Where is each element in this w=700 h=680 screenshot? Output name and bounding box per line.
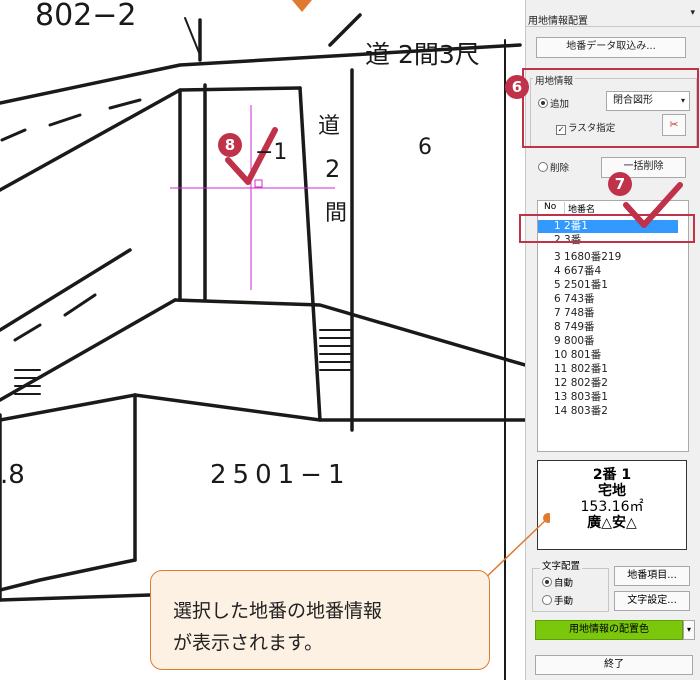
list-item[interactable]: 12 802番2 [554, 377, 608, 390]
list-item[interactable]: 7 748番 [554, 307, 595, 320]
highlight-box-6 [522, 68, 699, 148]
divider [526, 26, 700, 27]
callout-line-2: が表示されます。 [173, 632, 324, 654]
color-dropdown-button[interactable]: ▾ [683, 620, 695, 640]
list-item[interactable]: 11 802番1 [554, 363, 608, 376]
panel-title: 用地情報配置 [528, 16, 588, 27]
parcel-label-6: 6 [418, 135, 432, 160]
import-lot-data-button[interactable]: 地番データ取込み... [536, 37, 686, 58]
info-area: 153.16㎡ [580, 499, 644, 515]
info-owner: 廣△安△ [587, 515, 637, 531]
parcel-label-minus1: −1 [255, 140, 288, 165]
end-button[interactable]: 終了 [535, 655, 693, 675]
delete-radio[interactable]: 削除 [538, 160, 569, 174]
parcel-label-2501-1: 2501−1 [210, 460, 351, 490]
parcel-label-8: .8 [0, 460, 25, 490]
list-item[interactable]: 14 803番2 [554, 405, 608, 418]
step-badge-6: 6 [505, 75, 529, 99]
list-item[interactable]: 9 800番 [554, 335, 595, 348]
manual-radio-label: 手動 [554, 596, 574, 607]
radio-dot-icon [542, 595, 552, 605]
kan-label: 間 [325, 201, 348, 226]
list-item[interactable]: 3 1680番219 [554, 251, 621, 264]
text-settings-button[interactable]: 文字設定... [614, 591, 690, 611]
lot-items-button[interactable]: 地番項目... [614, 566, 690, 586]
chevron-down-icon: ▾ [686, 625, 691, 634]
step-badge-7: 7 [608, 172, 632, 196]
radio-dot-icon [538, 162, 548, 172]
manual-radio[interactable]: 手動 [542, 593, 573, 607]
road-label-top: 道 2間3尺 [365, 40, 480, 69]
callout-box: 選択した地番の地番情報 が表示されます。 [150, 570, 490, 670]
list-item[interactable]: 6 743番 [554, 293, 595, 306]
list-item[interactable]: 13 803番1 [554, 391, 608, 404]
lot-info-box: 2番 1 宅地 153.16㎡ 廣△安△ [537, 460, 687, 550]
list-header-no: No [544, 202, 557, 212]
road-label-vertical: 道 [318, 114, 341, 139]
step-badge-8: 8 [218, 133, 242, 157]
list-item[interactable]: 10 801番 [554, 349, 601, 362]
parcel-label-802-2: 802−2 [35, 0, 137, 33]
list-item[interactable]: 4 667番4 [554, 265, 601, 278]
parcel-label-2: 2 [325, 155, 341, 183]
info-land-use: 宅地 [598, 483, 626, 499]
placement-color-button[interactable]: 用地情報の配置色 [535, 620, 683, 640]
list-item[interactable]: 5 2501番1 [554, 279, 608, 292]
auto-radio-label: 自動 [554, 578, 574, 589]
panel-collapse-icon[interactable]: ▾ [690, 8, 695, 18]
info-lot: 2番 1 [592, 467, 632, 483]
delete-radio-label: 削除 [550, 163, 570, 174]
list-item[interactable]: 8 749番 [554, 321, 595, 334]
callout-line-1: 選択した地番の地番情報 [173, 600, 383, 622]
